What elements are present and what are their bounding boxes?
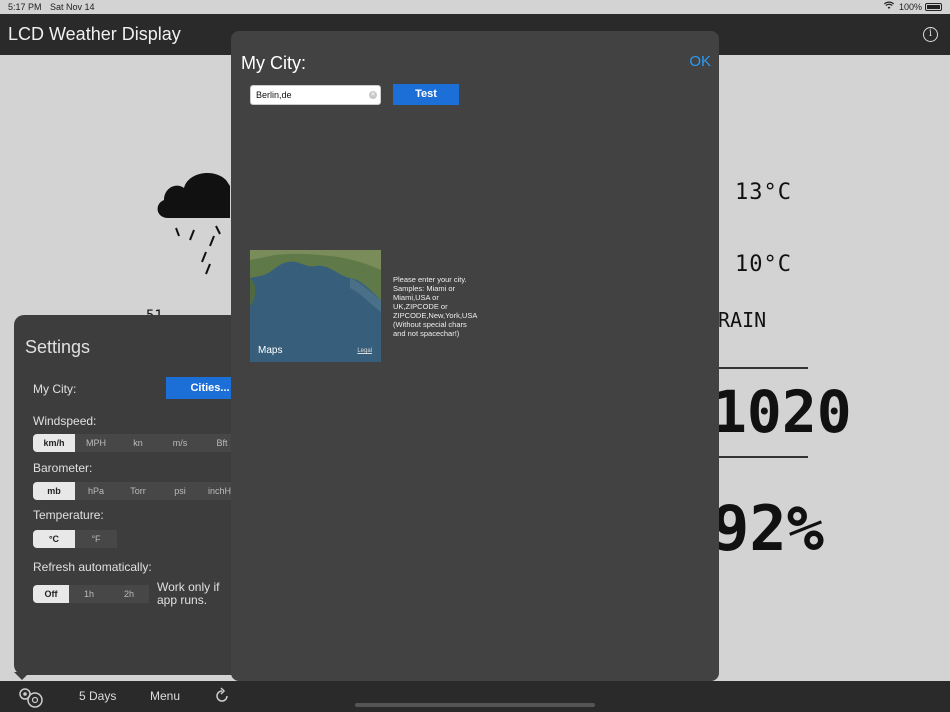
barometer-option-psi[interactable]: psi [159,482,201,500]
divider [718,456,808,458]
refresh-segmented-control: Off 1h 2h [33,585,149,603]
ok-button[interactable]: OK [689,53,711,70]
modal-title: My City: [241,53,306,73]
windspeed-label: Windspeed: [33,414,97,428]
settings-popover: Settings My City: Cities... Windspeed: k… [14,315,254,675]
app-title: LCD Weather Display [8,24,181,44]
test-button[interactable]: Test [393,84,459,105]
maps-label: Maps [258,345,283,356]
refresh-label: Refresh automatically: [33,560,152,574]
temperature-label: Temperature: [33,508,104,522]
help-line: UK,ZIPCODE or [393,302,448,311]
battery-icon [925,3,942,11]
temperature-option-c[interactable]: °C [33,530,75,548]
barometer-label: Barometer: [33,461,93,475]
info-icon[interactable]: i [923,27,938,42]
barometer-option-hpa[interactable]: hPa [75,482,117,500]
city-modal: My City: OK ✕ Test Maps Legal Please ent… [231,31,719,681]
barometer-option-mb[interactable]: mb [33,482,75,500]
city-map[interactable]: Maps Legal [250,250,381,362]
settings-title: Settings [25,337,91,357]
refresh-note-line: app runs. [157,593,208,607]
help-text: Please enter your city. Samples: Miami o… [393,275,493,338]
settings-gears-icon[interactable] [16,685,46,709]
help-line: ZIPCODE,New,York,USA [393,311,478,320]
home-indicator [355,703,595,707]
status-bar: 5:17 PM Sat Nov 14 100% [0,0,950,14]
five-days-tab[interactable]: 5 Days [79,689,116,703]
my-city-label: My City: [33,382,77,396]
temp-high: 13°C [735,180,792,205]
help-line: and not spacechar!) [393,329,460,338]
rain-cloud-icon [157,173,230,275]
status-date: Sat Nov 14 [50,2,95,12]
pressure-readout: 1020 [712,378,852,446]
wifi-icon [883,1,895,12]
refresh-option-off[interactable]: Off [33,585,69,603]
menu-tab[interactable]: Menu [150,689,180,703]
divider [718,367,808,369]
condition-text: RAIN [718,308,767,332]
legal-link[interactable]: Legal [357,348,372,354]
humidity-readout: 92% [712,492,824,565]
refresh-option-2h[interactable]: 2h [109,585,149,603]
clear-icon[interactable]: ✕ [369,91,377,99]
bottom-toolbar: 5 Days Menu [0,681,950,712]
city-input[interactable] [250,85,381,105]
windspeed-segmented-control: km/h MPH kn m/s Bft [33,434,243,452]
help-line: Miami,USA or [393,293,439,302]
temperature-segmented-control: °C °F [33,530,117,548]
temp-low: 10°C [735,252,792,277]
windspeed-option-ms[interactable]: m/s [159,434,201,452]
refresh-note: Work only if app runs. [157,581,219,607]
windspeed-option-kn[interactable]: kn [117,434,159,452]
windspeed-option-kmh[interactable]: km/h [33,434,75,452]
temperature-option-f[interactable]: °F [75,530,117,548]
help-line: (Without special chars [393,320,467,329]
help-line: Samples: Miami or [393,284,456,293]
status-time: 5:17 PM [8,2,42,12]
popover-arrow [14,672,30,680]
barometer-option-torr[interactable]: Torr [117,482,159,500]
barometer-segmented-control: mb hPa Torr psi inchHg [33,482,243,500]
refresh-option-1h[interactable]: 1h [69,585,109,603]
refresh-icon[interactable] [213,687,231,705]
windspeed-option-mph[interactable]: MPH [75,434,117,452]
maps-attribution: Maps [258,345,282,356]
help-line: Please enter your city. [393,275,467,284]
battery-percent: 100% [898,2,922,12]
